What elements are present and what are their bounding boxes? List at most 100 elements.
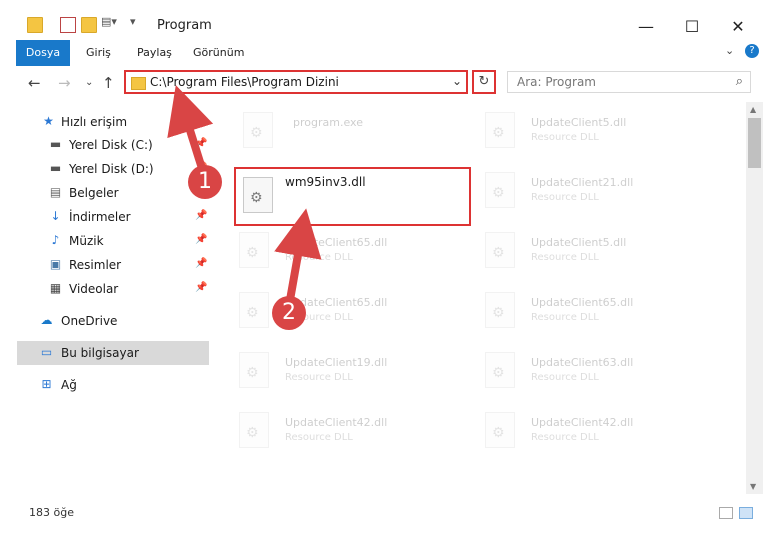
sidebar-item-documents[interactable]: ▤ Belgeler 📌: [0, 181, 215, 205]
forward-icon[interactable]: →: [58, 74, 71, 92]
file-name: wm95inv3.dll: [285, 175, 366, 189]
file-item[interactable]: UpdateClient5.dll Resource DLL: [485, 228, 725, 280]
tab-file[interactable]: Dosya: [16, 40, 70, 66]
file-type: Resource DLL: [531, 132, 599, 143]
sidebar-item-label: Yerel Disk (C:): [69, 138, 153, 152]
search-box[interactable]: Ara: Program ⌕: [507, 71, 751, 93]
file-item[interactable]: UpdateClient42.dll Resource DLL: [239, 408, 479, 460]
help-icon[interactable]: ?: [745, 44, 759, 58]
file-type: Resource DLL: [531, 312, 599, 323]
dll-file-icon: [239, 352, 269, 388]
sidebar-item-music[interactable]: ♪ Müzik 📌: [0, 229, 215, 253]
dll-file-icon: [485, 292, 515, 328]
vertical-scrollbar[interactable]: ▲ ▼: [746, 102, 763, 494]
file-type: Resource DLL: [285, 252, 353, 263]
file-name: UpdateClient65.dll: [285, 236, 388, 249]
pin-icon[interactable]: 📌: [195, 258, 207, 269]
download-icon: ↓: [50, 209, 61, 223]
address-path[interactable]: C:\Program Files\Program Dizini: [150, 75, 339, 89]
file-item[interactable]: program.exe: [243, 108, 483, 160]
sidebar-item-network[interactable]: ⊞ Ağ: [0, 373, 215, 397]
pin-icon[interactable]: 📌: [195, 138, 207, 149]
sidebar-item-this-pc[interactable]: ▭ Bu bilgisayar: [17, 341, 209, 365]
highlighted-file-item[interactable]: wm95inv3.dll: [234, 167, 471, 226]
status-bar: 183 öğe: [0, 494, 769, 536]
file-name: program.exe: [293, 116, 363, 129]
pin-icon[interactable]: 📌: [195, 234, 207, 245]
dll-file-icon: [239, 232, 269, 268]
file-item[interactable]: UpdateClient63.dll Resource DLL: [485, 348, 725, 400]
recent-locations-icon[interactable]: ⌄: [85, 77, 93, 88]
refresh-button[interactable]: ↻: [472, 70, 496, 94]
pin-icon[interactable]: 📌: [195, 282, 207, 293]
sidebar-item-label: Yerel Disk (D:): [69, 162, 154, 176]
dll-file-icon: [485, 412, 515, 448]
sidebar-item-pictures[interactable]: ▣ Resimler 📌: [0, 253, 215, 277]
new-folder-icon[interactable]: [81, 17, 97, 33]
drive-icon: ▬: [49, 137, 62, 151]
maximize-button[interactable]: ☐: [669, 13, 715, 39]
step-2-badge: 2: [272, 296, 306, 330]
file-type: Resource DLL: [531, 432, 599, 443]
ribbon: Dosya Giriş Paylaş Görünüm ⌄ ?: [0, 40, 769, 66]
tab-home[interactable]: Giriş: [86, 40, 111, 66]
file-item[interactable]: UpdateClient42.dll Resource DLL: [485, 408, 725, 460]
search-icon[interactable]: ⌕: [736, 74, 743, 89]
sidebar-item-quick-access[interactable]: ★ Hızlı erişim: [0, 110, 215, 134]
file-item[interactable]: UpdateClient5.dll Resource DLL: [485, 108, 725, 160]
title-bar: ▤▾ ▾ Program — ☐ ✕: [0, 0, 769, 40]
file-name: UpdateClient19.dll: [285, 356, 388, 369]
file-type: Resource DLL: [285, 432, 353, 443]
customize-toolbar-icon[interactable]: ▾: [130, 15, 136, 28]
drive-icon: ▬: [49, 161, 62, 175]
refresh-icon: ↻: [478, 74, 490, 89]
pin-icon[interactable]: 📌: [195, 210, 207, 221]
video-icon: ▦: [49, 281, 62, 295]
tab-share[interactable]: Paylaş: [137, 40, 172, 66]
file-item[interactable]: UpdateClient19.dll Resource DLL: [239, 348, 479, 400]
sidebar-item-label: Resimler: [69, 258, 122, 272]
folder-icon: [131, 77, 146, 90]
sidebar-item-onedrive[interactable]: ☁ OneDrive: [0, 309, 215, 333]
back-icon[interactable]: ←: [28, 74, 41, 92]
file-item[interactable]: UpdateClient65.dll Resource DLL: [239, 228, 479, 280]
scroll-up-icon[interactable]: ▲: [750, 105, 756, 114]
network-icon: ⊞: [41, 377, 52, 391]
close-button[interactable]: ✕: [715, 13, 761, 39]
file-name: UpdateClient42.dll: [531, 416, 634, 429]
quick-access-toolbar-icon[interactable]: ▤▾: [101, 15, 117, 28]
up-icon[interactable]: ↑: [102, 74, 115, 92]
dll-file-icon: [485, 172, 515, 208]
file-type: Resource DLL: [285, 372, 353, 383]
computer-icon: ▭: [40, 345, 53, 359]
file-type: Resource DLL: [531, 372, 599, 383]
item-count: 183 öğe: [29, 506, 74, 519]
sidebar-item-label: OneDrive: [61, 314, 118, 328]
sidebar-item-downloads[interactable]: ↓ İndirmeler 📌: [0, 205, 215, 229]
tiles-view-icon[interactable]: [739, 507, 753, 519]
file-item[interactable]: UpdateClient65.dll Resource DLL: [485, 288, 725, 340]
file-item[interactable]: UpdateClient21.dll Resource DLL: [485, 168, 725, 220]
scrollbar-thumb[interactable]: [748, 118, 761, 168]
sidebar-item-label: İndirmeler: [69, 210, 131, 224]
search-input[interactable]: Ara: Program: [517, 75, 596, 89]
properties-icon[interactable]: [60, 17, 76, 33]
folder-icon: [27, 17, 43, 33]
sidebar-item-disk-c[interactable]: ▬ Yerel Disk (C:) 📌: [0, 133, 215, 157]
navigation-pane: ★ Hızlı erişim ▬ Yerel Disk (C:) 📌 ▬ Yer…: [0, 102, 215, 494]
picture-icon: ▣: [49, 257, 62, 271]
chevron-down-icon[interactable]: ⌄: [725, 44, 734, 57]
cloud-icon: ☁: [40, 313, 53, 327]
scroll-down-icon[interactable]: ▼: [750, 482, 756, 491]
minimize-button[interactable]: —: [623, 13, 669, 39]
chevron-down-icon[interactable]: ⌄: [452, 74, 462, 88]
details-view-icon[interactable]: [719, 507, 733, 519]
exe-file-icon: [243, 112, 273, 148]
sidebar-item-disk-d[interactable]: ▬ Yerel Disk (D:) 📌: [0, 157, 215, 181]
file-name: UpdateClient5.dll: [531, 116, 627, 129]
sidebar-item-videos[interactable]: ▦ Videolar 📌: [0, 277, 215, 301]
address-bar[interactable]: C:\Program Files\Program Dizini ⌄: [124, 70, 468, 94]
tab-view[interactable]: Görünüm: [193, 40, 244, 66]
navigation-bar: ← → ⌄ ↑ C:\Program Files\Program Dizini …: [0, 66, 769, 102]
dll-file-icon: [485, 112, 515, 148]
